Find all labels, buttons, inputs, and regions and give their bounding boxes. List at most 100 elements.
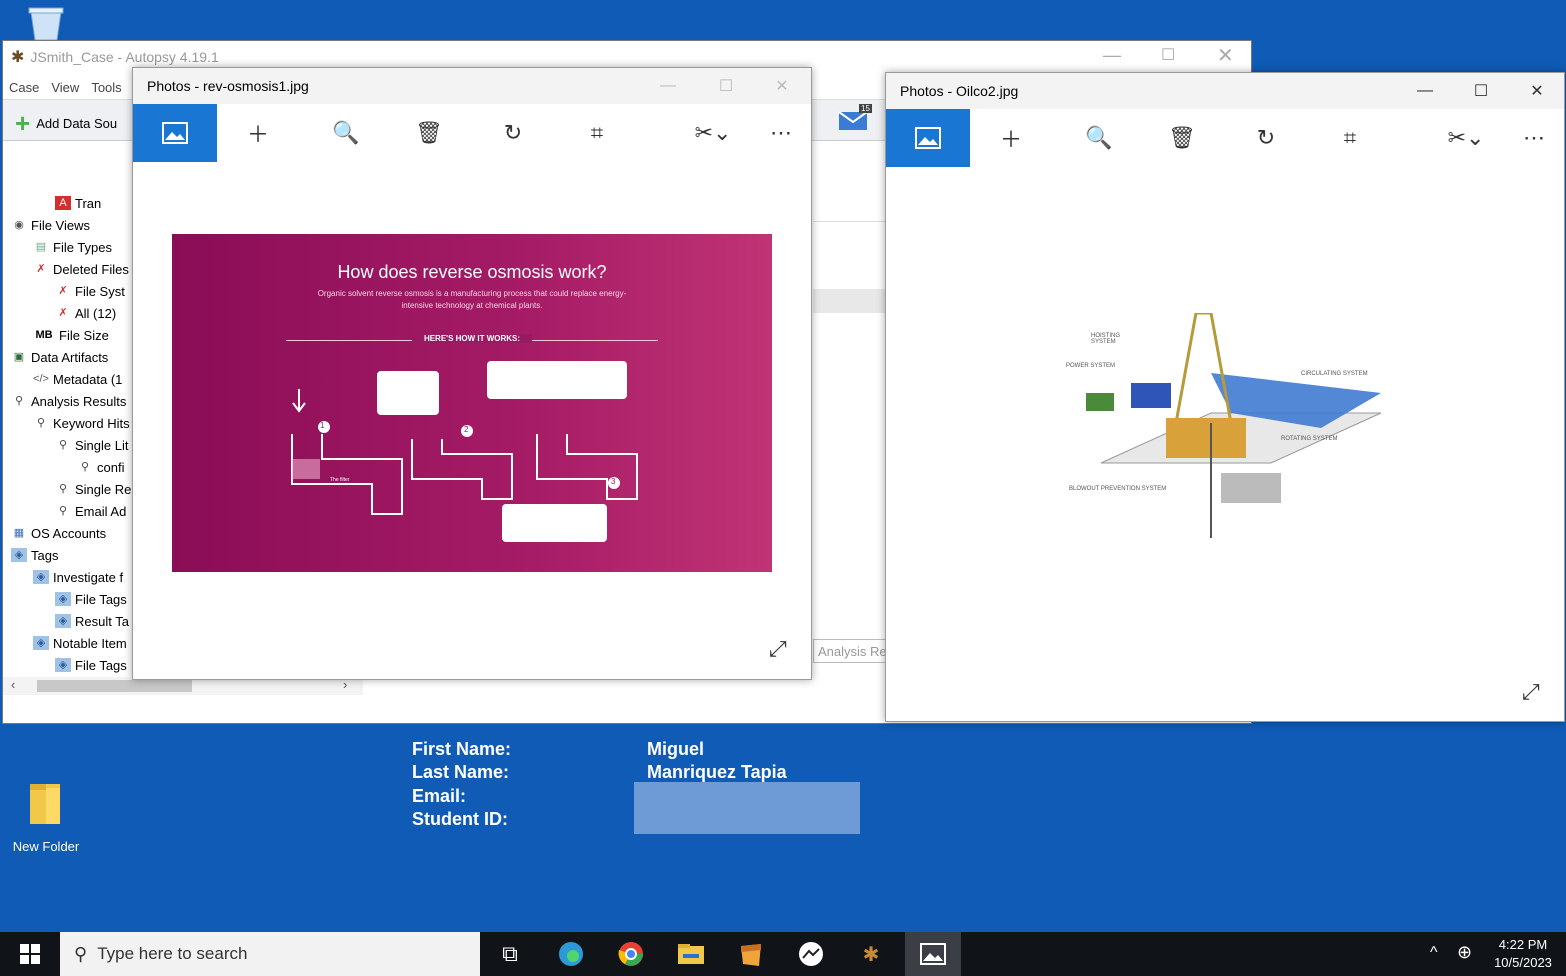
autopsy-taskbar-icon[interactable]: ✱ (851, 938, 891, 970)
fullscreen-icon[interactable]: ⤢ (769, 636, 787, 662)
tree-item-label: Tags (31, 547, 59, 563)
autopsy-menubar: Case View Tools (3, 75, 122, 99)
tree-item-label: Tran (75, 195, 102, 211)
analysis-results-tab[interactable]: Analysis Res (813, 639, 887, 663)
crop-icon[interactable]: ⌗ (1320, 109, 1380, 167)
tree-item-label: File Tags (75, 657, 127, 673)
tree-item[interactable]: ⚲ Single Re (55, 479, 131, 499)
snip-icon[interactable] (791, 938, 831, 970)
tree-item[interactable]: ▣ Data Artifacts (11, 347, 108, 367)
view-image-button[interactable] (886, 109, 970, 167)
tree-item[interactable]: ▦ OS Accounts (11, 523, 106, 543)
zoom-icon[interactable]: 🔍 (316, 104, 376, 162)
tree-item[interactable]: ⚲ confi (77, 457, 124, 477)
close-button[interactable]: ✕ (1217, 43, 1234, 68)
photos-taskbar-icon[interactable] (905, 932, 961, 976)
rig-label-rotating: ROTATING SYSTEM (1281, 436, 1338, 442)
network-icon[interactable]: ⊕ (1457, 942, 1472, 963)
start-button[interactable] (10, 938, 50, 970)
recycle-bin-icon[interactable] (22, 6, 70, 41)
tree-item[interactable]: A Tran (55, 193, 101, 213)
tray-chevron-icon[interactable]: ^ (1430, 944, 1438, 962)
tree-item[interactable]: ◉ File Views (11, 215, 90, 235)
maximize-button[interactable]: ☐ (1458, 73, 1504, 109)
tree-item[interactable]: ✗ Deleted Files (33, 259, 129, 279)
oil-rig-image: HOISTING SYSTEM POWER SYSTEM CIRCULATING… (1061, 311, 1391, 543)
menu-tools[interactable]: Tools (91, 80, 121, 95)
crop-icon[interactable]: ⌗ (567, 104, 627, 162)
scroll-left-icon[interactable]: ‹ (11, 677, 15, 692)
rig-label-power: POWER SYSTEM (1066, 363, 1116, 369)
selected-row[interactable] (813, 289, 887, 313)
tree-item[interactable]: ◈ Result Ta (55, 611, 129, 631)
rig-label-hoisting: HOISTING SYSTEM (1091, 333, 1121, 345)
zoom-icon[interactable]: 🔍 (1069, 109, 1129, 167)
photos-titlebar: Photos - Oilco2.jpg — ☐ ✕ (886, 73, 1564, 109)
more-icon[interactable]: ⋯ (1504, 109, 1564, 167)
rotate-icon[interactable]: ↻ (483, 104, 543, 162)
results-panel (813, 221, 887, 222)
minimize-button[interactable]: — (1402, 73, 1448, 109)
more-icon[interactable]: ⋯ (751, 104, 811, 162)
chrome-icon[interactable] (611, 938, 651, 970)
edit-icon[interactable]: ✂⌄ (683, 104, 743, 162)
edit-icon[interactable]: ✂⌄ (1436, 109, 1496, 167)
tree-item[interactable]: ⚲ Email Ad (55, 501, 126, 521)
last-name-value: Manriquez Tapia (647, 762, 787, 782)
maximize-button[interactable]: ☐ (1161, 45, 1175, 65)
minimize-button[interactable]: — (1103, 45, 1121, 66)
tree-item[interactable]: ⚲ Keyword Hits (33, 413, 130, 433)
tree-item[interactable]: ⚲ Single Lit (55, 435, 128, 455)
edge-icon[interactable] (551, 938, 591, 970)
tree-item[interactable]: ✗ File Syst (55, 281, 125, 301)
photos-title: Photos - Oilco2.jpg (900, 83, 1019, 99)
autopsy-logo-icon: ✱ (11, 49, 25, 66)
tree-item[interactable]: </> Metadata (1 (33, 369, 122, 389)
clock[interactable]: 4:22 PM 10/5/2023 (1488, 936, 1558, 972)
taskbar-search-box[interactable]: ⚲ Type here to search (60, 932, 480, 976)
tree-item[interactable]: ◈ File Tags (55, 655, 127, 675)
tree-item[interactable]: ▤ File Types (33, 237, 112, 257)
mail-icon[interactable]: 15 (837, 104, 872, 132)
search-icon: ⚲ (74, 943, 88, 964)
tree-item-label: File Syst (75, 283, 125, 299)
menu-view[interactable]: View (51, 80, 79, 95)
add-button[interactable]: ＋ (981, 109, 1041, 167)
osmosis-image: How does reverse osmosis work? Organic s… (172, 234, 772, 572)
menu-case[interactable]: Case (9, 80, 39, 95)
tree-item[interactable]: ⚲ Analysis Results (11, 391, 126, 411)
add-button[interactable]: ＋ (228, 104, 288, 162)
tree-item-label: Metadata (1 (53, 371, 123, 387)
delete-icon[interactable]: 🗑 (399, 104, 459, 162)
tree-item-label: Analysis Results (31, 393, 127, 409)
task-view-icon[interactable]: ⧉ (490, 938, 530, 970)
tree-item[interactable]: ◈ Notable Item (33, 633, 127, 653)
folder-icon (30, 784, 60, 824)
fullscreen-icon[interactable]: ⤢ (1522, 679, 1540, 705)
tree-item[interactable]: MB File Size (33, 325, 109, 345)
tree-item[interactable]: ◈ Tags (11, 545, 58, 565)
search-icon: ⚲ (55, 482, 71, 496)
view-image-button[interactable] (133, 104, 217, 162)
close-button[interactable]: ✕ (1514, 73, 1560, 109)
photos-window-oilco: Photos - Oilco2.jpg — ☐ ✕ ＋ 🔍 🗑 ↻ ⌗ ✂⌄ ⋯… (885, 72, 1565, 722)
rotate-icon[interactable]: ↻ (1236, 109, 1296, 167)
osmosis-section: HERE'S HOW IT WORKS: (412, 334, 532, 343)
filter-label: The filter (330, 477, 350, 483)
tree-item[interactable]: ◈ File Tags (55, 589, 127, 609)
step-3-label: 3 (611, 477, 616, 486)
add-data-source-button[interactable]: + Add Data Sou (15, 108, 117, 139)
close-button[interactable]: ✕ (759, 68, 805, 104)
rig-label-blowout: BLOWOUT PREVENTION SYSTEM (1069, 486, 1167, 492)
new-folder-desktop-icon[interactable]: New Folder (4, 778, 88, 854)
maximize-button[interactable]: ☐ (703, 68, 749, 104)
tag-icon: ◈ (33, 636, 49, 650)
tree-item[interactable]: ◈ Investigate f (33, 567, 123, 587)
app-cube-icon[interactable] (731, 938, 771, 970)
scroll-thumb[interactable] (37, 680, 192, 692)
minimize-button[interactable]: — (645, 68, 691, 104)
file-explorer-icon[interactable] (671, 938, 711, 970)
tree-item[interactable]: ✗ All (12) (55, 303, 116, 323)
tree-item-label: Deleted Files (53, 261, 129, 277)
delete-icon[interactable]: 🗑 (1152, 109, 1212, 167)
